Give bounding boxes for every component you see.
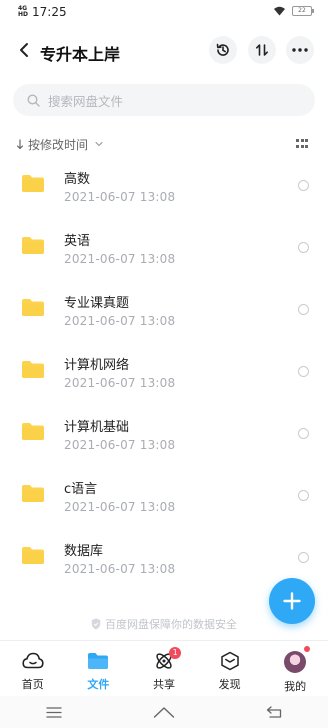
select-checkbox[interactable] [298, 242, 309, 253]
list-item[interactable]: 高数 2021-06-07 13:08 [0, 155, 328, 217]
status-bar: 4G HD 17:25 22 [0, 0, 328, 26]
back-arrow-icon [20, 43, 28, 57]
battery-level: 22 [298, 7, 306, 14]
search-input[interactable]: 搜索网盘文件 [13, 84, 315, 116]
cloud-icon [22, 652, 44, 669]
list-item[interactable]: 计算机网络 2021-06-07 13:08 [0, 341, 328, 403]
grid-view-icon[interactable] [296, 139, 308, 149]
more-button[interactable] [286, 36, 314, 64]
system-nav-bar [0, 696, 328, 728]
more-icon [292, 48, 308, 52]
menu-icon[interactable] [46, 706, 62, 718]
header: 专升本上岸 [0, 34, 328, 68]
file-name: 专业课真题 [64, 296, 130, 311]
file-name: 数据库 [64, 544, 104, 559]
file-date: 2021-06-07 13:08 [64, 562, 176, 576]
notification-dot [304, 646, 311, 652]
folder-icon [22, 423, 44, 440]
list-item[interactable]: 英语 2021-06-07 13:08 [0, 217, 328, 279]
file-list: 高数 2021-06-07 13:08 英语 2021-06-07 13:08 … [0, 155, 328, 589]
select-checkbox[interactable] [298, 366, 309, 377]
file-date: 2021-06-07 13:08 [64, 438, 176, 452]
tab-label: 文件 [87, 678, 110, 691]
file-name: c语言 [64, 482, 98, 497]
avatar [284, 651, 307, 673]
list-item[interactable]: c语言 2021-06-07 13:08 [0, 465, 328, 527]
chevron-down-icon [95, 141, 103, 147]
sort-icon [256, 44, 268, 56]
list-item[interactable]: 计算机基础 2021-06-07 13:08 [0, 403, 328, 465]
battery-icon: 22 [292, 6, 314, 16]
tab-label: 首页 [21, 678, 44, 691]
search-placeholder: 搜索网盘文件 [48, 93, 124, 109]
share-badge: 1 [169, 647, 182, 659]
file-date: 2021-06-07 13:08 [64, 314, 176, 328]
folder-icon [22, 237, 44, 254]
folder-icon [22, 299, 44, 316]
folder-icon [22, 175, 44, 192]
tab-share[interactable]: 1 共享 [131, 641, 197, 696]
cube-icon [220, 651, 239, 671]
tab-files[interactable]: 文件 [66, 641, 132, 696]
select-checkbox[interactable] [298, 552, 309, 563]
security-text: 百度网盘保障你的数据安全 [105, 618, 237, 631]
folder-icon [22, 547, 44, 564]
file-name: 计算机网络 [64, 358, 130, 373]
network-indicator: 4G HD [18, 6, 28, 18]
tab-label: 共享 [152, 678, 175, 691]
shield-icon [91, 618, 101, 630]
network-sub: HD [18, 11, 29, 18]
sort-down-arrow-icon [16, 138, 24, 149]
plus-icon [283, 592, 301, 610]
back-button[interactable] [12, 38, 36, 62]
folder-icon [22, 485, 44, 502]
select-checkbox[interactable] [298, 304, 309, 315]
folder-tab-icon [88, 653, 109, 669]
bottom-tab-bar: 首页 文件 1 共享 发现 我的 [0, 640, 328, 696]
sort-selector[interactable]: 按修改时间 [16, 134, 104, 154]
tab-me[interactable]: 我的 [262, 641, 328, 696]
file-name: 计算机基础 [64, 420, 130, 435]
select-checkbox[interactable] [298, 428, 309, 439]
page-title: 专升本上岸 [40, 45, 121, 64]
tab-home[interactable]: 首页 [0, 641, 66, 696]
list-item[interactable]: 数据库 2021-06-07 13:08 [0, 527, 328, 589]
wifi-icon [274, 6, 285, 16]
tab-label: 我的 [284, 680, 307, 693]
back-nav-icon[interactable] [266, 706, 282, 718]
file-date: 2021-06-07 13:08 [64, 252, 176, 266]
home-icon[interactable] [153, 706, 175, 718]
status-time: 17:25 [32, 5, 67, 19]
file-date: 2021-06-07 13:08 [64, 376, 176, 390]
file-date: 2021-06-07 13:08 [64, 190, 176, 204]
tab-label: 发现 [218, 678, 241, 691]
tab-discover[interactable]: 发现 [197, 641, 263, 696]
select-checkbox[interactable] [298, 490, 309, 501]
sort-label: 按修改时间 [28, 137, 89, 152]
file-name: 英语 [64, 234, 91, 249]
security-notice: 百度网盘保障你的数据安全 [0, 616, 328, 632]
folder-icon [22, 361, 44, 378]
file-date: 2021-06-07 13:08 [64, 500, 176, 514]
select-checkbox[interactable] [298, 180, 309, 191]
sort-button[interactable] [248, 36, 276, 64]
history-button[interactable] [209, 36, 237, 64]
file-name: 高数 [64, 172, 91, 187]
search-icon [27, 93, 40, 107]
list-item[interactable]: 专业课真题 2021-06-07 13:08 [0, 279, 328, 341]
history-icon [216, 43, 229, 56]
